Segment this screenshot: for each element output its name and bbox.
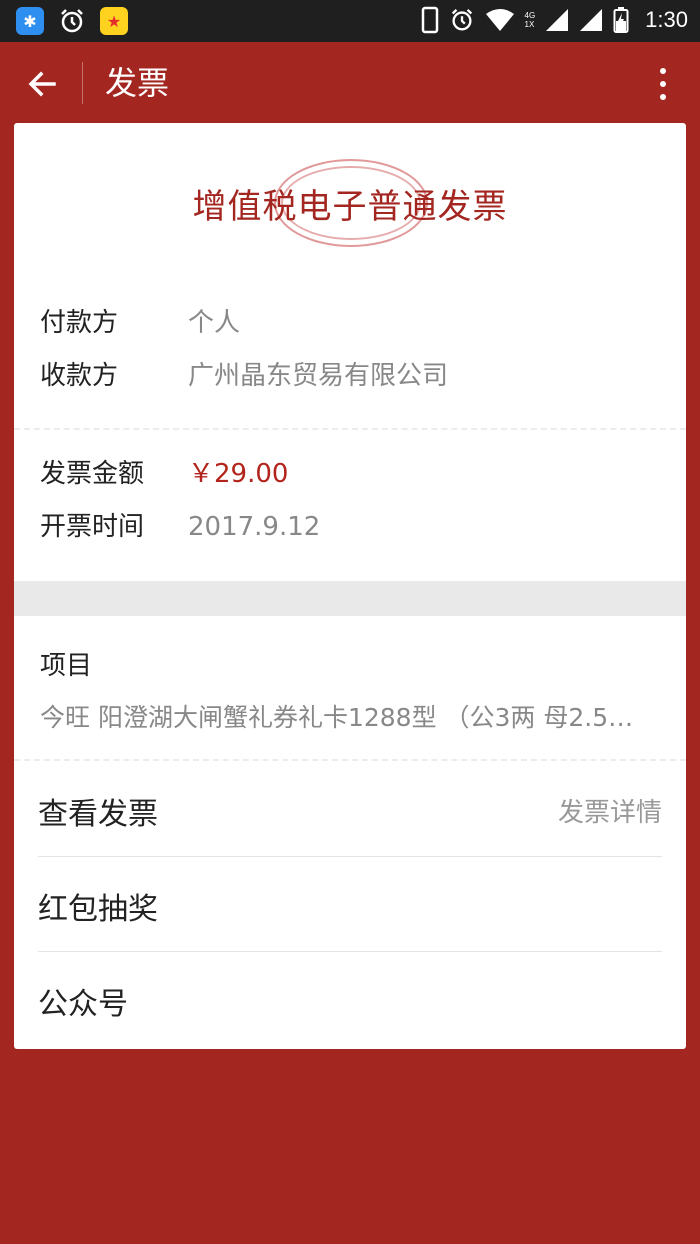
date-row: 开票时间 2017.9.12 — [40, 511, 320, 543]
official-account-label: 公众号 — [38, 986, 128, 1022]
payer-row: 付款方 个人 — [40, 307, 240, 339]
battery-icon — [613, 6, 629, 34]
arrow-left-icon — [28, 71, 56, 97]
invoice-card: 增值税电子普通发票 付款方 个人 收款方 广州晶东贸易有限公司 发票金额 ￥29.00… — [14, 123, 686, 1049]
page-title: 发票 — [105, 64, 170, 102]
more-dot-icon — [660, 68, 666, 74]
lottery-label: 红包抽奖 — [38, 891, 158, 927]
section-gap — [14, 581, 686, 616]
back-button[interactable] — [20, 62, 64, 106]
app-bar: 发票 — [0, 42, 700, 124]
dashed-divider — [14, 759, 686, 761]
amount-value: ￥29.00 — [188, 459, 289, 489]
more-dot-icon — [660, 94, 666, 100]
menu-divider — [38, 856, 662, 857]
network-type: 4G 1X — [524, 11, 536, 29]
view-invoice-row[interactable]: 查看发票 发票详情 — [38, 763, 662, 858]
view-invoice-label: 查看发票 — [38, 796, 158, 832]
signal-icon-1 — [545, 8, 569, 32]
payer-label: 付款方 — [40, 308, 119, 338]
official-account-row[interactable]: 公众号 — [38, 953, 662, 1048]
phone-icon — [421, 6, 439, 34]
invoice-title: 增值税电子普通发票 — [192, 186, 508, 227]
invoice-detail-link[interactable]: 发票详情 — [558, 792, 662, 829]
status-time: 1:30 — [645, 7, 688, 32]
lottery-row[interactable]: 红包抽奖 — [38, 858, 662, 953]
date-label: 开票时间 — [40, 512, 145, 542]
menu-divider — [38, 951, 662, 952]
alarm-icon-right — [449, 7, 475, 33]
payee-row: 收款方 广州晶东贸易有限公司 — [40, 360, 448, 392]
signal-icon-2 — [579, 8, 603, 32]
perforated-edge — [14, 1045, 686, 1057]
items-label: 项目 — [40, 651, 93, 681]
star-app-icon: ★ — [100, 7, 128, 35]
payer-value: 个人 — [188, 308, 241, 338]
payee-label: 收款方 — [40, 361, 119, 391]
date-value: 2017.9.12 — [188, 512, 321, 542]
app-notification-icon: ✱ — [16, 7, 44, 35]
more-dot-icon — [660, 81, 666, 87]
amount-row: 发票金额 ￥29.00 — [40, 458, 288, 490]
app-bar-divider — [82, 62, 83, 104]
alarm-icon — [58, 7, 86, 35]
dashed-divider — [14, 428, 686, 430]
wifi-icon — [485, 8, 515, 32]
payee-value: 广州晶东贸易有限公司 — [188, 361, 449, 391]
items-value: 今旺 阳澄湖大闸蟹礼券礼卡1288型 （公3两 母2.5… — [40, 703, 634, 732]
status-bar: ✱ ★ 4G 1X 1:30 — [0, 0, 700, 42]
amount-label: 发票金额 — [40, 459, 145, 489]
more-options-button[interactable] — [648, 62, 678, 106]
